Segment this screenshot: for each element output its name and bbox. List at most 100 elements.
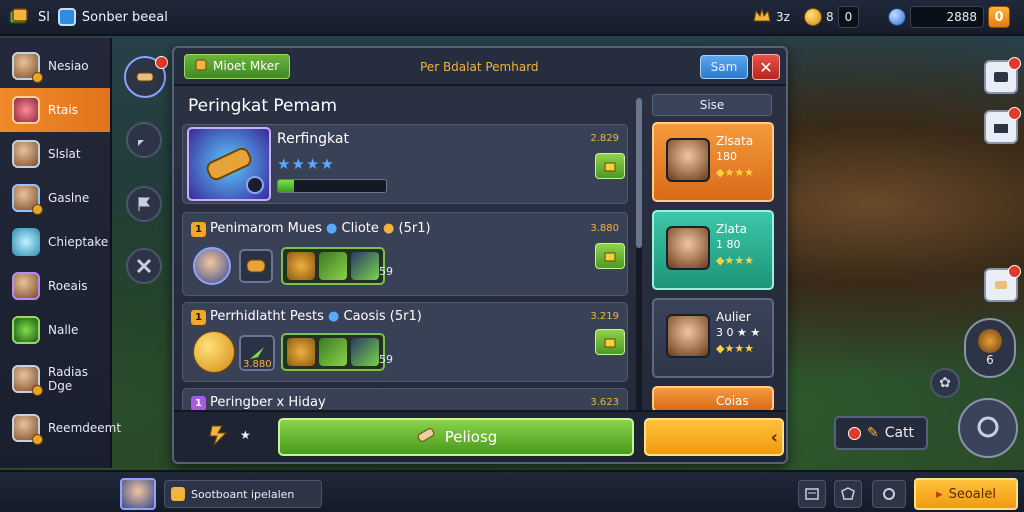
list-icon[interactable]: [798, 480, 826, 508]
card-title-row: 1 Peringber x Hiday: [191, 395, 326, 411]
hero-portrait-icon: [12, 52, 43, 83]
hero-summon-button[interactable]: 6: [964, 318, 1016, 378]
hero-face-icon: [978, 329, 1002, 353]
gem-plus-button[interactable]: 0: [988, 6, 1010, 28]
main-action-button[interactable]: Peliosg: [278, 418, 634, 456]
hero-portrait: [666, 314, 710, 358]
sidebar-item-label: Chieptake: [48, 235, 109, 249]
sidebar-item-3[interactable]: Gaslne: [0, 176, 110, 220]
hero-name: Zlata: [716, 222, 747, 236]
card-title-row: 1 Penimarom Mues ● Cliote ● (5r1): [191, 221, 431, 237]
rank-badge: 1: [191, 222, 206, 237]
scroll-icon: [415, 425, 437, 449]
top-left-label: Sl: [38, 9, 50, 25]
close-button[interactable]: ✕: [752, 54, 780, 80]
catch-button[interactable]: ✎ Catt: [834, 416, 928, 450]
arrows-icon[interactable]: [126, 248, 162, 284]
claim-button[interactable]: [595, 243, 625, 269]
top-bar: Sl Sonber beeal: [0, 0, 1024, 36]
coin-box: 0: [837, 6, 860, 28]
coin-icon: [803, 8, 822, 26]
sidebar-item-2[interactable]: Slslat: [0, 132, 110, 176]
herb-icon: [351, 338, 379, 366]
tab-main[interactable]: Mioet Mker: [184, 53, 291, 79]
hero-card[interactable]: Aulier 3 0 ★ ★ ◆★★★: [652, 298, 774, 378]
orange-action-button[interactable]: ‹: [644, 418, 784, 456]
sidebar-item-4[interactable]: Chieptake: [0, 220, 110, 264]
card-extra: Caosis: [343, 309, 386, 324]
progress-bar: [277, 179, 387, 193]
crown-count: 3z: [776, 10, 790, 24]
card-number: 3.623: [590, 397, 619, 408]
player-avatar[interactable]: [120, 478, 156, 510]
herb-icon: [351, 252, 379, 280]
claim-button[interactable]: [595, 153, 625, 179]
ranking-list[interactable]: Rerfingkat 2.829 ★★★★ 1 Penimarom Mues ● …: [182, 124, 632, 416]
bread-icon[interactable]: [239, 249, 273, 283]
card-number: 3.219: [590, 311, 619, 322]
sidebar-item-0[interactable]: Nesiao: [0, 44, 110, 88]
gift-button[interactable]: [984, 107, 1021, 144]
hero-portrait-icon: [12, 184, 43, 215]
book-icon[interactable]: [6, 6, 32, 28]
sidebar-item-5[interactable]: Roeais: [0, 264, 110, 308]
panel-header: Mioet Mker Per Bdalat Pemhard Sam ✕: [174, 48, 786, 86]
leaf-icon[interactable]: [126, 122, 162, 158]
panel-subtitle: Peringkat Pemam: [188, 96, 338, 116]
wing-icon: [12, 228, 40, 256]
sidebar-item-6[interactable]: Nalle: [0, 308, 110, 352]
hero-card[interactable]: Coias: [652, 386, 774, 412]
cannon-icon: [187, 127, 271, 201]
sam-button[interactable]: Sam: [700, 55, 748, 79]
scroll-button[interactable]: [984, 265, 1021, 302]
scroll-thumb[interactable]: [636, 98, 642, 248]
sidebar-item-label: Roeais: [48, 279, 88, 293]
notification-dot: [1008, 107, 1021, 120]
card-paren: (5r1): [398, 221, 431, 236]
progress-fill: [278, 180, 295, 192]
chat-input[interactable]: Sootboant ipelalen: [164, 480, 322, 508]
gear-icon[interactable]: [872, 480, 906, 508]
sidebar-item-label: Reemdeemt: [48, 421, 122, 435]
rank-badge: 1: [191, 396, 206, 411]
hero-card[interactable]: Zlata 1 80 ◆★★★: [652, 210, 774, 290]
list-scrollbar[interactable]: [636, 98, 642, 428]
shield-icon[interactable]: [834, 480, 862, 508]
flag-icon[interactable]: [126, 186, 162, 222]
hero-avatar[interactable]: [193, 247, 231, 285]
hero-name: Zlsata: [716, 134, 754, 148]
sidebar-item-8[interactable]: Reemdeemt: [0, 406, 121, 450]
sidebar-item-7[interactable]: Radias Dge: [0, 352, 110, 406]
banner-icon: [12, 96, 40, 124]
hero-portrait: [666, 138, 710, 182]
ranking-card[interactable]: Rerfingkat 2.829 ★★★★: [182, 124, 628, 204]
emblem-icon: [12, 316, 40, 344]
mail-button[interactable]: [984, 57, 1021, 94]
hero-column: Sise Zlsata 180 ◆★★★ Zlata 1 80 ◆★★★ Aul…: [652, 94, 776, 412]
hero-name: Aulier: [716, 310, 751, 324]
ranking-card[interactable]: 1 Penimarom Mues ● Cliote ● (5r1) 3.880 5…: [182, 212, 628, 296]
gem-bar: 2888 0: [888, 6, 1010, 28]
card-title: Penimarom Mues: [210, 221, 322, 236]
basket-icon: [287, 338, 315, 366]
hero-portrait-icon: [12, 140, 40, 168]
basket-icon: [287, 252, 315, 280]
catch-icon: ✎: [866, 425, 879, 441]
ranking-card[interactable]: 1 Perrhidlatht Pests ● Caosis (5r1) 3.219…: [182, 302, 628, 382]
gem-count: 2888: [910, 6, 984, 28]
scroll-quest-button[interactable]: [124, 56, 168, 98]
hero-name: Coias: [716, 394, 749, 408]
item-count: 59: [379, 353, 393, 366]
shield-icon[interactable]: [57, 8, 76, 26]
special-button[interactable]: ▸ Seoalel: [914, 478, 1018, 510]
hero-card[interactable]: Zlsata 180 ◆★★★: [652, 122, 774, 202]
sidebar-item-label: Nesiao: [48, 59, 89, 73]
coin-count: 8: [825, 10, 834, 24]
chat-bubble-icon[interactable]: [958, 398, 1018, 458]
sidebar-item-1[interactable]: Rtais: [0, 88, 110, 132]
claim-button[interactable]: [595, 329, 625, 355]
game-title: Sonber beeal: [81, 9, 168, 25]
gem-icon: ●: [328, 309, 340, 324]
hero-column-header: Sise: [652, 94, 772, 116]
settings-gear-icon[interactable]: ✿: [930, 368, 960, 398]
